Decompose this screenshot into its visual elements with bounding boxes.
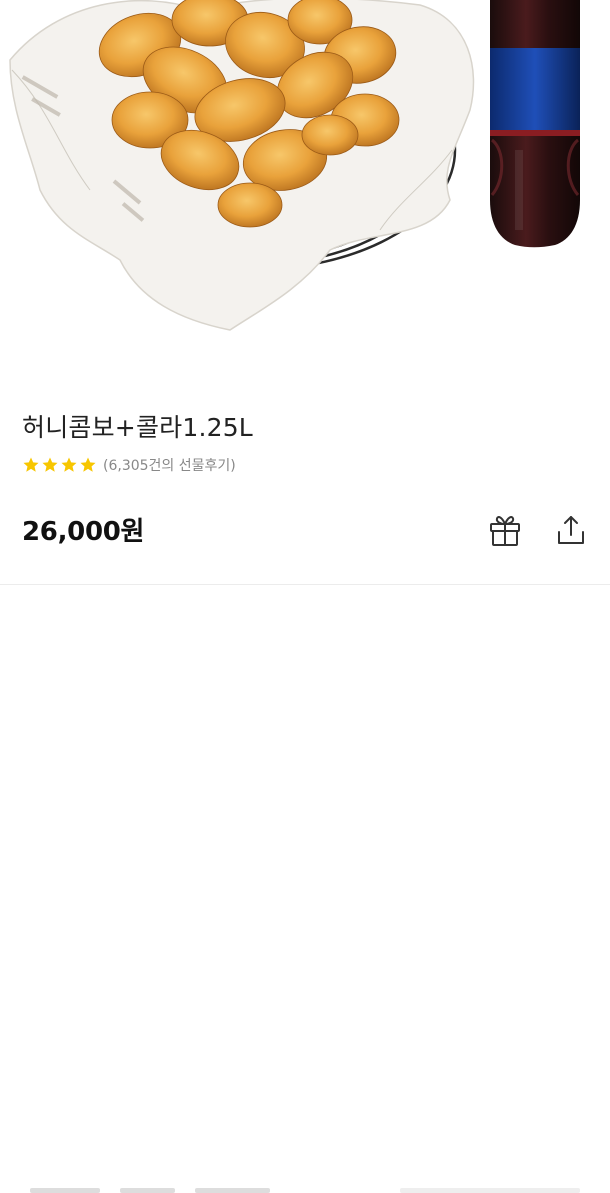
cola-bottle xyxy=(490,0,580,248)
share-button[interactable] xyxy=(549,508,593,552)
product-illustration xyxy=(9,0,580,331)
cut-off-text xyxy=(120,1188,175,1193)
cut-off-text xyxy=(30,1188,100,1193)
gift-icon xyxy=(490,516,520,546)
star-icon xyxy=(61,457,77,472)
cut-off-box xyxy=(400,1188,580,1193)
bottom-section xyxy=(0,585,610,1193)
cut-off-text xyxy=(195,1188,270,1193)
star-icon xyxy=(42,457,58,472)
star-icon xyxy=(80,457,96,472)
star-icon xyxy=(23,457,39,472)
rating-stars xyxy=(22,456,97,474)
rating-row[interactable]: (6,305건의 선물후기) xyxy=(22,455,236,475)
product-price: 26,000원 xyxy=(22,517,145,547)
review-count-link[interactable]: (6,305건의 선물후기) xyxy=(103,455,236,475)
gift-button[interactable] xyxy=(483,508,527,552)
product-title: 허니콤보+콜라1.25L xyxy=(22,413,253,442)
share-icon xyxy=(558,516,584,544)
product-image xyxy=(0,0,610,380)
